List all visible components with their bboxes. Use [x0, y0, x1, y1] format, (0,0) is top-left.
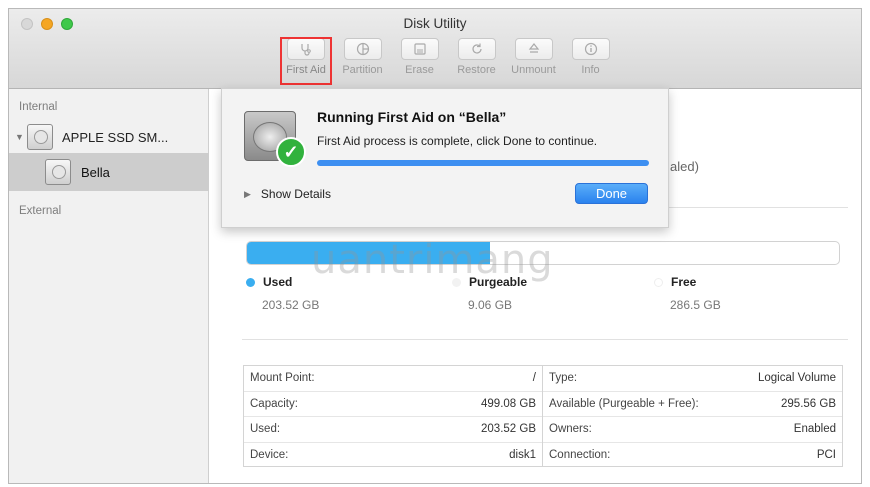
usage-bar [246, 241, 840, 265]
info-value: disk1 [509, 449, 536, 462]
unmount-label: Unmount [511, 64, 556, 76]
partition-button[interactable]: Partition [334, 38, 391, 84]
legend-label: Used [263, 275, 293, 289]
stethoscope-icon [287, 38, 325, 60]
table-row: Capacity: 499.08 GB [244, 392, 542, 417]
partition-label: Partition [342, 64, 383, 76]
window-title: Disk Utility [403, 16, 467, 31]
info-key: Owners: [549, 423, 592, 436]
toolbar: First Aid Partition Erase Restore Unmoun… [280, 37, 619, 85]
restore-label: Restore [457, 64, 496, 76]
restore-icon [457, 38, 496, 60]
info-value: / [532, 372, 536, 385]
sidebar-item-bella[interactable]: Bella [9, 153, 209, 191]
disclosure-triangle-icon[interactable]: ▼ [15, 132, 27, 142]
sidebar-header-internal: Internal [19, 101, 58, 113]
internal-disk-icon [27, 124, 53, 150]
legend-value: 286.5 GB [670, 298, 721, 312]
erase-button[interactable]: Erase [391, 38, 448, 84]
info-key: Type: [549, 372, 578, 385]
erase-label: Erase [405, 64, 434, 76]
usage-bar-used-fill [247, 242, 490, 264]
hard-drive-check-icon: ✓ [244, 107, 306, 167]
info-label: Info [581, 64, 600, 76]
info-icon [571, 38, 610, 60]
sidebar-item-apple-ssd[interactable]: ▼ APPLE SSD SM... [9, 119, 209, 155]
done-button[interactable]: Done [575, 183, 648, 204]
table-row: Mount Point: / [244, 366, 542, 392]
legend-label: Purgeable [469, 275, 528, 289]
table-row: Used: 203.52 GB [244, 417, 542, 443]
show-details-label: Show Details [260, 187, 331, 201]
table-row: Connection: PCI [543, 443, 842, 469]
info-button[interactable]: Info [562, 38, 619, 84]
sidebar-item-label: APPLE SSD SM... [62, 129, 169, 145]
info-value: Logical Volume [758, 372, 836, 385]
volume-info-table: Mount Point: / Capacity: 499.08 GB Used: 20… [243, 365, 843, 467]
divider [242, 339, 848, 340]
used-dot-icon [246, 277, 255, 287]
legend-purgeable: Purgeable 9.06 GB [452, 275, 527, 312]
first-aid-progress-bar [317, 160, 649, 166]
title-bar: Disk Utility First Aid Partition Erase R… [9, 9, 861, 89]
info-key: Capacity: [250, 397, 298, 410]
sheet-title: Running First Aid on “Bella” [317, 109, 507, 125]
info-key: Used: [250, 423, 281, 436]
info-key: Available (Purgeable + Free): [549, 397, 699, 410]
info-column-left: Mount Point: / Capacity: 499.08 GB Used: 20… [244, 366, 543, 466]
volume-subtitle-partial: aled) [670, 159, 699, 174]
legend-value: 203.52 GB [262, 298, 320, 312]
sheet-message: First Aid process is complete, click Don… [317, 134, 598, 148]
legend-free: Free 286.5 GB [654, 275, 721, 312]
show-details-toggle[interactable]: ▶ Show Details [244, 187, 331, 201]
disk-utility-window: Disk Utility First Aid Partition Erase R… [8, 8, 862, 484]
free-dot-icon [654, 277, 663, 287]
info-value: PCI [816, 449, 836, 462]
table-row: Device: disk1 [244, 443, 542, 469]
info-value: 203.52 GB [481, 423, 536, 436]
first-aid-sheet: ✓ Running First Aid on “Bella” First Aid… [221, 88, 669, 228]
info-value: 499.08 GB [481, 397, 536, 410]
volume-icon [45, 159, 71, 185]
first-aid-label: First Aid [286, 64, 326, 76]
purgeable-dot-icon [452, 277, 461, 287]
checkmark-icon: ✓ [276, 137, 306, 167]
info-key: Mount Point: [250, 372, 315, 385]
info-value: 295.56 GB [781, 397, 836, 410]
info-column-right: Type: Logical Volume Available (Purgeable… [543, 366, 842, 466]
sidebar-item-label: Bella [81, 164, 110, 180]
disclosure-triangle-icon: ▶ [244, 188, 251, 199]
unmount-icon [514, 38, 553, 60]
table-row: Owners: Enabled [543, 417, 842, 443]
table-row: Type: Logical Volume [543, 366, 842, 392]
sidebar-header-external: External [19, 205, 62, 217]
sidebar: Internal ▼ APPLE SSD SM... Bella Externa… [9, 89, 209, 483]
restore-button[interactable]: Restore [448, 38, 505, 84]
erase-icon [400, 38, 439, 60]
legend-used: Used 203.52 GB [246, 275, 319, 312]
legend-label: Free [671, 275, 697, 289]
table-row: Available (Purgeable + Free): 295.56 GB [543, 392, 842, 417]
unmount-button[interactable]: Unmount [505, 38, 562, 84]
info-key: Device: [250, 449, 289, 462]
info-key: Connection: [549, 449, 611, 462]
first-aid-button[interactable]: First Aid [280, 37, 332, 85]
info-value: Enabled [793, 423, 836, 436]
legend-value: 9.06 GB [468, 298, 513, 312]
partition-icon [343, 38, 382, 60]
